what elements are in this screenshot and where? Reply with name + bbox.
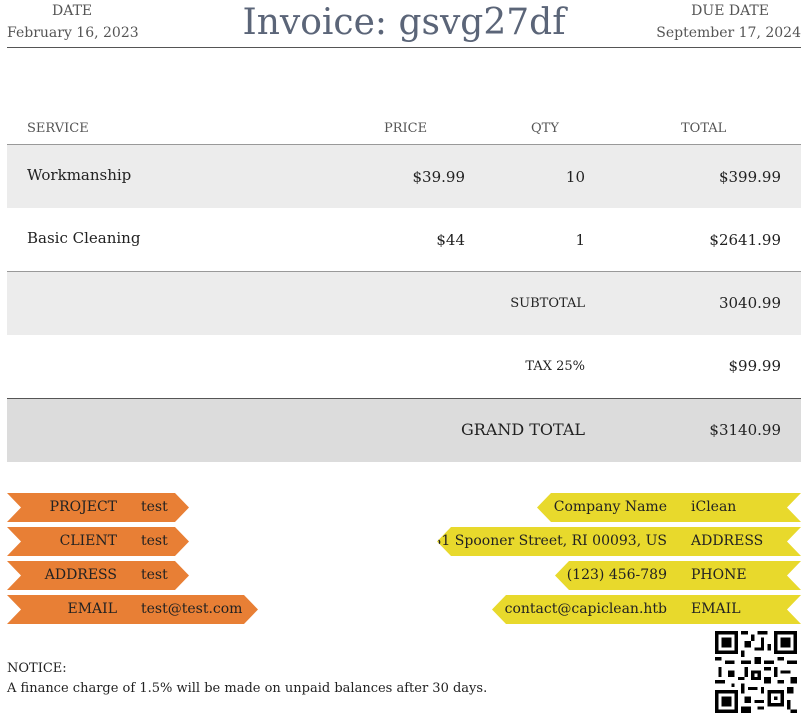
price-cell: $39.99 — [412, 168, 466, 186]
column-header-qty: QTY — [531, 121, 559, 136]
due-date-value: September 17, 2024 — [656, 25, 801, 41]
client-value: test — [141, 533, 168, 549]
company-phone-label: PHONE — [691, 567, 747, 583]
client-tag: CLIENT test — [7, 527, 189, 556]
tax-row: TAX 25% $99.99 — [7, 335, 801, 398]
tax-label: TAX 25% — [525, 359, 585, 374]
company-address-tag: 31 Spooner Street, RI 00093, US ADDRESS — [437, 527, 801, 556]
project-value: test — [141, 499, 168, 515]
table-row: Basic Cleaning $44 1 $2641.99 — [7, 208, 801, 271]
company-email-tag: contact@capiclean.htb EMAIL — [492, 595, 801, 624]
column-header-service: SERVICE — [27, 121, 89, 136]
address-label: ADDRESS — [44, 567, 117, 583]
project-tag: PROJECT test — [7, 493, 189, 522]
service-cell: Workmanship — [27, 166, 132, 184]
column-header-total: TOTAL — [681, 121, 727, 136]
grand-total-value: $3140.99 — [709, 421, 781, 439]
price-cell: $44 — [436, 231, 465, 249]
address-value: test — [141, 567, 168, 583]
total-cell: $399.99 — [718, 168, 781, 186]
total-cell: $2641.99 — [709, 231, 781, 249]
company-name-label: iClean — [691, 499, 737, 515]
company-address-value: 31 Spooner Street, RI 00093, US — [432, 533, 667, 549]
subtotal-row: SUBTOTAL 3040.99 — [7, 272, 801, 335]
company-email-value: contact@capiclean.htb — [504, 601, 667, 617]
project-label: PROJECT — [49, 499, 117, 515]
company-name-tag: Company Name iClean — [537, 493, 801, 522]
service-cell: Basic Cleaning — [27, 229, 141, 247]
qty-cell: 10 — [565, 168, 585, 186]
due-date-label: DUE DATE — [691, 3, 769, 19]
table-row: Workmanship $39.99 10 $399.99 — [7, 145, 801, 208]
email-label: EMAIL — [67, 601, 117, 617]
address-tag: ADDRESS test — [7, 561, 189, 590]
company-name-value: Company Name — [553, 499, 667, 515]
subtotal-value: 3040.99 — [718, 294, 781, 312]
notice-title: NOTICE: — [7, 661, 67, 676]
column-header-price: PRICE — [384, 121, 428, 136]
company-address-label: ADDRESS — [691, 533, 764, 549]
invoice-header: DATE February 16, 2023 Invoice: gsvg27df… — [7, 0, 801, 48]
notice: NOTICE: A finance charge of 1.5% will be… — [7, 659, 487, 699]
email-value: test@test.com — [141, 601, 243, 617]
tax-value: $99.99 — [728, 357, 782, 375]
company-phone-value: (123) 456-789 — [566, 567, 667, 583]
grand-total-row: GRAND TOTAL $3140.99 — [7, 399, 801, 462]
qr-code-icon — [715, 631, 797, 713]
email-tag: EMAIL test@test.com — [7, 595, 258, 624]
notice-text: A finance charge of 1.5% will be made on… — [7, 681, 488, 696]
grand-total-label: GRAND TOTAL — [460, 420, 585, 439]
qty-cell: 1 — [575, 231, 585, 249]
subtotal-label: SUBTOTAL — [510, 296, 585, 311]
client-label: CLIENT — [59, 533, 117, 549]
company-phone-tag: (123) 456-789 PHONE — [555, 561, 801, 590]
company-email-label: EMAIL — [691, 601, 741, 617]
